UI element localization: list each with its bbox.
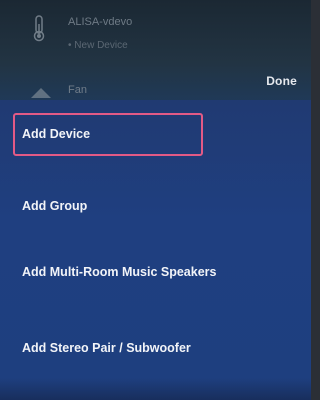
bottom-shadow <box>0 378 311 400</box>
add-menu: Add Device Add Group Add Multi-Room Musi… <box>0 100 311 400</box>
device-row[interactable]: ALISA-vdevo • New Device <box>0 14 311 54</box>
add-stereo-pair-subwoofer-item[interactable]: Add Stereo Pair / Subwoofer <box>0 327 311 371</box>
menu-item-label: Add Group <box>22 199 88 213</box>
thermometer-icon <box>30 14 48 42</box>
screen: ALISA-vdevo • New Device Fan Done Add De… <box>0 0 311 400</box>
device-name: ALISA-vdevo <box>68 16 133 28</box>
menu-item-label: Add Multi-Room Music Speakers <box>22 265 217 279</box>
highlight-box <box>13 113 203 156</box>
device-subtitle: • New Device <box>68 40 128 51</box>
device-list-backdrop: ALISA-vdevo • New Device Fan Done <box>0 0 311 105</box>
menu-item-label: Add Stereo Pair / Subwoofer <box>22 341 191 355</box>
device-name: Fan <box>68 84 87 96</box>
done-button[interactable]: Done <box>266 74 297 88</box>
add-group-item[interactable]: Add Group <box>0 185 311 229</box>
add-multi-room-music-speakers-item[interactable]: Add Multi-Room Music Speakers <box>0 251 311 295</box>
